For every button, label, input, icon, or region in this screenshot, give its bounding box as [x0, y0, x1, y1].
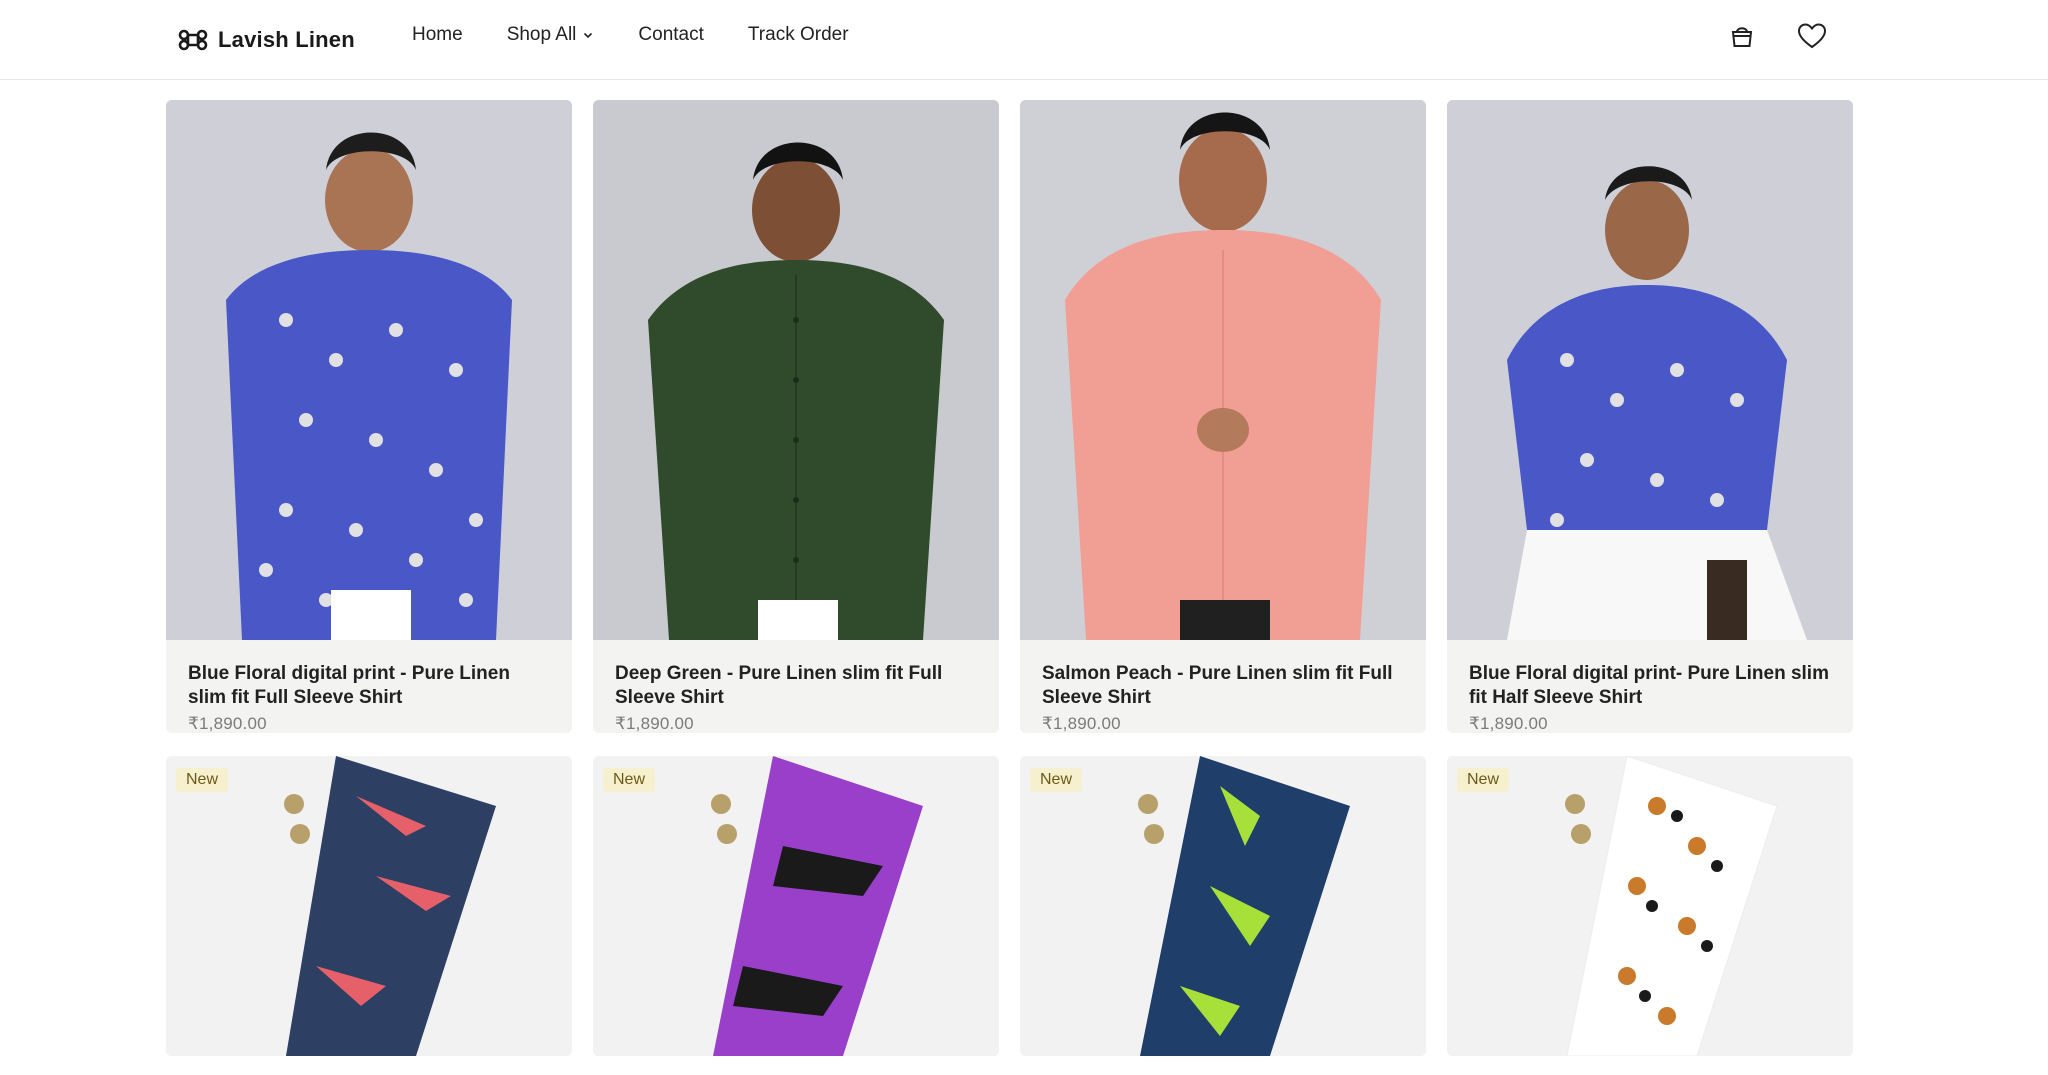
main-nav: Home Shop All Contact Track Order — [412, 24, 849, 46]
product-image — [1447, 100, 1853, 640]
header-actions — [1722, 16, 1832, 56]
product-card[interactable]: New — [166, 756, 572, 1056]
nav-item-label: Home — [412, 24, 463, 45]
product-title[interactable]: Blue Floral digital print- Pure Linen sl… — [1469, 662, 1831, 710]
product-price: ₹1,890.00 — [1469, 714, 1548, 733]
command-logo-icon — [178, 25, 208, 55]
product-title[interactable]: Salmon Peach - Pure Linen slim fit Full … — [1042, 662, 1404, 710]
product-image — [166, 100, 572, 640]
product-price: ₹1,890.00 — [615, 714, 694, 733]
product-card[interactable]: New — [593, 756, 999, 1056]
product-price: ₹1,890.00 — [188, 714, 267, 733]
product-image: New — [593, 756, 999, 1056]
product-price: ₹1,890.00 — [1042, 714, 1121, 733]
brand-link[interactable]: Lavish Linen — [178, 20, 355, 60]
new-badge: New — [1030, 768, 1083, 792]
product-card[interactable]: New — [1020, 756, 1426, 1056]
product-image: New — [1447, 756, 1853, 1056]
new-badge: New — [1457, 768, 1510, 792]
brand-name: Lavish Linen — [218, 27, 355, 52]
product-image — [593, 100, 999, 640]
product-title[interactable]: Blue Floral digital print - Pure Linen s… — [188, 662, 550, 710]
product-card[interactable]: New — [1447, 756, 1853, 1056]
product-image: New — [166, 756, 572, 1056]
nav-item-label: Shop All — [506, 24, 577, 45]
product-card[interactable]: Blue Floral digital print - Pure Linen s… — [166, 100, 572, 733]
product-card[interactable]: Salmon Peach - Pure Linen slim fit Full … — [1020, 100, 1426, 733]
chevron-down-icon — [582, 29, 594, 41]
product-image: New — [1020, 756, 1426, 1056]
product-card[interactable]: Blue Floral digital print- Pure Linen sl… — [1447, 100, 1853, 733]
product-title[interactable]: Deep Green - Pure Linen slim fit Full Sl… — [615, 662, 977, 710]
product-grid: Blue Floral digital print - Pure Linen s… — [166, 100, 1854, 1056]
heart-icon[interactable] — [1792, 16, 1832, 56]
shopping-bag-icon[interactable] — [1722, 16, 1762, 56]
new-badge: New — [176, 768, 229, 792]
nav-item-label: Track Order — [747, 24, 849, 45]
site-header: Lavish Linen Home Shop All Contact Track… — [0, 0, 2048, 80]
new-badge: New — [603, 768, 656, 792]
nav-item-track-order[interactable]: Track Order — [748, 24, 849, 46]
nav-item-home[interactable]: Home — [412, 24, 463, 46]
nav-item-shop-all[interactable]: Shop All — [507, 24, 595, 46]
product-card[interactable]: Deep Green - Pure Linen slim fit Full Sl… — [593, 100, 999, 733]
product-image — [1020, 100, 1426, 640]
nav-item-contact[interactable]: Contact — [638, 24, 703, 46]
nav-item-label: Contact — [638, 24, 704, 45]
